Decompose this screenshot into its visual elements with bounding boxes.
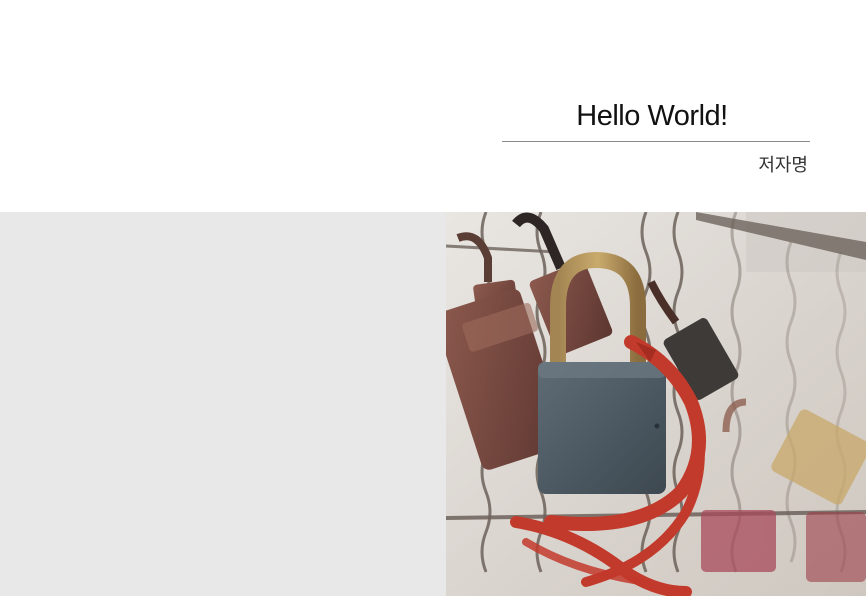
padlocks-image [446,212,866,596]
cover-title: Hello World! [576,100,728,132]
cover-author: 저자명 [758,155,808,176]
title-divider [502,141,810,142]
gray-panel [0,212,446,596]
cover-photo [446,212,866,596]
cover-page: Hello World! 저자명 [0,0,866,596]
